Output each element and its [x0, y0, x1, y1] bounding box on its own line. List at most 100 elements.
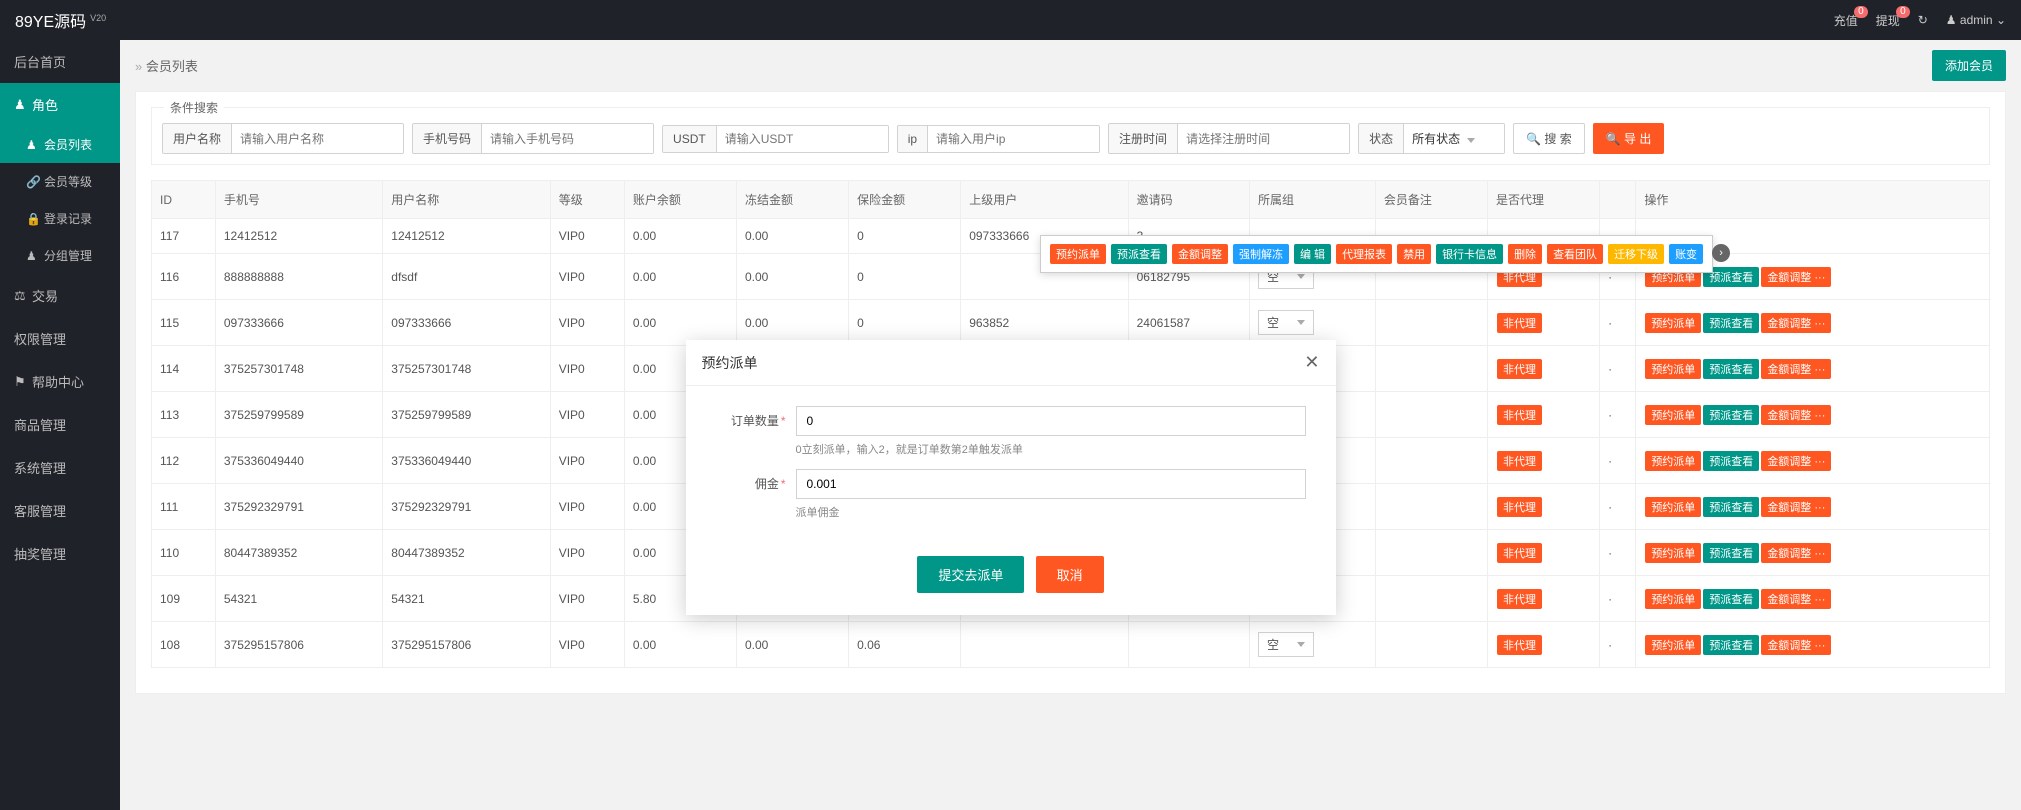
chevron-down-icon — [1467, 138, 1475, 143]
search-fieldset: 条件搜索 用户名称 手机号码 USDT ip — [151, 107, 1990, 165]
row-action-button[interactable]: 预派查看 — [1703, 543, 1759, 563]
user-icon: ♟ — [26, 138, 38, 152]
row-action-button[interactable]: 金额调整 ··· — [1761, 589, 1831, 609]
row-action-button[interactable]: 金额调整 ··· — [1761, 313, 1831, 333]
sidebar-item-2[interactable]: ♟会员列表 — [0, 126, 120, 163]
sidebar-item-6[interactable]: ⚖交易 — [0, 274, 120, 317]
row-action-button[interactable]: 预约派单 — [1645, 313, 1701, 333]
row-action-button[interactable]: 金额调整 ··· — [1761, 497, 1831, 517]
agent-badge: 非代理 — [1497, 497, 1542, 517]
toolbar-action-button[interactable]: 代理报表 — [1336, 244, 1392, 264]
sidebar-item-3[interactable]: 🔗会员等级 — [0, 163, 120, 200]
row-action-button[interactable]: 金额调整 ··· — [1761, 451, 1831, 471]
column-header: 上级用户 — [961, 181, 1128, 219]
toolbar-action-button[interactable]: 编 辑 — [1294, 244, 1331, 264]
cell-group: 空 — [1249, 300, 1375, 346]
commission-input[interactable] — [796, 469, 1306, 499]
sidebar-item-4[interactable]: 🔒登录记录 — [0, 200, 120, 237]
column-header: 保险金额 — [849, 181, 961, 219]
sidebar-item-9[interactable]: 商品管理 — [0, 403, 120, 446]
regtime-input[interactable] — [1178, 124, 1349, 153]
phone-input[interactable] — [482, 124, 653, 153]
user-icon: ♟ — [1946, 13, 1957, 27]
cell-phone: 12412512 — [215, 219, 382, 254]
row-action-button[interactable]: 预派查看 — [1703, 635, 1759, 655]
toolbar-close-icon[interactable]: › — [1712, 244, 1730, 262]
row-action-button[interactable]: 预派查看 — [1703, 589, 1759, 609]
row-action-button[interactable]: 预约派单 — [1645, 589, 1701, 609]
cancel-button[interactable]: 取消 — [1036, 556, 1104, 593]
toolbar-action-button[interactable]: 强制解冻 — [1233, 244, 1289, 264]
toolbar-action-button[interactable]: 银行卡信息 — [1436, 244, 1503, 264]
row-action-button[interactable]: 金额调整 ··· — [1761, 635, 1831, 655]
user-menu[interactable]: ♟ admin ⌄ — [1946, 13, 2006, 27]
cell-id: 111 — [152, 484, 216, 530]
agent-badge: 非代理 — [1497, 359, 1542, 379]
order-qty-input[interactable] — [796, 406, 1306, 436]
cell-actions: 预约派单预派查看金额调整 ··· — [1636, 484, 1990, 530]
cell-spacer: · — [1600, 530, 1636, 576]
close-icon[interactable]: ✕ — [1304, 352, 1319, 373]
sidebar-item-label: 系统管理 — [14, 458, 66, 477]
row-action-button[interactable]: 预约派单 — [1645, 543, 1701, 563]
usdt-input[interactable] — [717, 126, 888, 152]
row-action-button[interactable]: 预派查看 — [1703, 359, 1759, 379]
toolbar-action-button[interactable]: 迁移下级 — [1608, 244, 1664, 264]
sidebar-item-8[interactable]: ⚑帮助中心 — [0, 360, 120, 403]
row-action-button[interactable]: 预派查看 — [1703, 313, 1759, 333]
cell-spacer: · — [1600, 576, 1636, 622]
sidebar-item-12[interactable]: 抽奖管理 — [0, 532, 120, 575]
column-header: 是否代理 — [1488, 181, 1600, 219]
group-select[interactable]: 空 — [1258, 310, 1314, 335]
sidebar-item-1[interactable]: ♟角色 — [0, 83, 120, 126]
ip-input[interactable] — [928, 126, 1099, 152]
toolbar-action-button[interactable]: 账变 — [1669, 244, 1703, 264]
sidebar-item-5[interactable]: ♟分组管理 — [0, 237, 120, 274]
agent-badge: 非代理 — [1497, 635, 1542, 655]
row-action-button[interactable]: 预派查看 — [1703, 405, 1759, 425]
sidebar-item-label: 角色 — [32, 95, 58, 114]
sidebar-item-0[interactable]: 后台首页 — [0, 40, 120, 83]
cell-actions: 预约派单预派查看金额调整 ··· — [1636, 530, 1990, 576]
row-action-button[interactable]: 预约派单 — [1645, 405, 1701, 425]
row-action-button[interactable]: 金额调整 ··· — [1761, 267, 1831, 287]
row-action-button[interactable]: 预约派单 — [1645, 635, 1701, 655]
row-action-button[interactable]: 预派查看 — [1703, 497, 1759, 517]
toolbar-action-button[interactable]: 金额调整 — [1172, 244, 1228, 264]
refresh-icon[interactable]: ↻ — [1918, 13, 1928, 27]
chevron-down-icon: ⌄ — [1996, 13, 2006, 27]
cell-level: VIP0 — [550, 300, 624, 346]
row-action-button[interactable]: 金额调整 ··· — [1761, 359, 1831, 379]
row-action-toolbar: 预约派单预派查看金额调整强制解冻编 辑代理报表禁用银行卡信息删除查看团队迁移下级… — [1040, 235, 1713, 273]
row-action-button[interactable]: 预约派单 — [1645, 359, 1701, 379]
row-action-button[interactable]: 金额调整 ··· — [1761, 543, 1831, 563]
toolbar-action-button[interactable]: 预派查看 — [1111, 244, 1167, 264]
sidebar-item-10[interactable]: 系统管理 — [0, 446, 120, 489]
row-action-button[interactable]: 金额调整 ··· — [1761, 405, 1831, 425]
withdraw-link[interactable]: 提现 0 — [1876, 12, 1900, 29]
column-header: 邀请码 — [1128, 181, 1249, 219]
add-member-button[interactable]: 添加会员 — [1932, 50, 2006, 81]
cell-remark — [1375, 530, 1487, 576]
toolbar-action-button[interactable]: 禁用 — [1397, 244, 1431, 264]
toolbar-action-button[interactable]: 删除 — [1508, 244, 1542, 264]
row-action-button[interactable]: 预约派单 — [1645, 451, 1701, 471]
cell-agent: 非代理 — [1488, 530, 1600, 576]
row-action-button[interactable]: 预派查看 — [1703, 451, 1759, 471]
sidebar-item-7[interactable]: 权限管理 — [0, 317, 120, 360]
cell-user: 12412512 — [383, 219, 550, 254]
submit-button[interactable]: 提交去派单 — [917, 556, 1024, 593]
export-button[interactable]: 🔍 导 出 — [1593, 123, 1665, 154]
agent-badge: 非代理 — [1497, 405, 1542, 425]
toolbar-action-button[interactable]: 查看团队 — [1547, 244, 1603, 264]
toolbar-action-button[interactable]: 预约派单 — [1050, 244, 1106, 264]
row-action-button[interactable]: 预约派单 — [1645, 497, 1701, 517]
recharge-link[interactable]: 充值 0 — [1834, 12, 1858, 29]
sidebar-item-11[interactable]: 客服管理 — [0, 489, 120, 532]
search-button[interactable]: 🔍 搜 索 — [1513, 123, 1585, 154]
status-select[interactable]: 所有状态 — [1404, 124, 1504, 153]
agent-badge: 非代理 — [1497, 543, 1542, 563]
username-input[interactable] — [232, 124, 403, 153]
group-select[interactable]: 空 — [1258, 632, 1314, 657]
order-qty-label: 订单数量* — [716, 406, 796, 457]
